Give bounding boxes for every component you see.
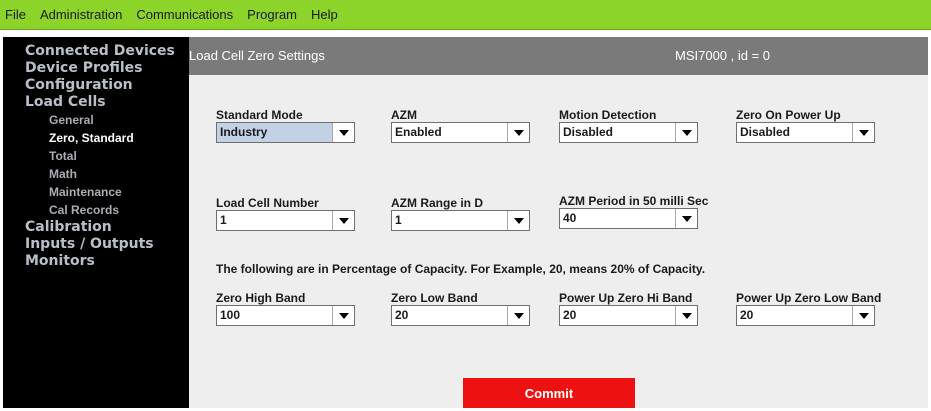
- zero-high-band-field: Zero High Band 100: [216, 291, 355, 326]
- sidebar-item-configuration[interactable]: Configuration: [3, 77, 189, 94]
- zero-on-power-up-label: Zero On Power Up: [736, 108, 841, 122]
- sidebar-tree: Connected Devices Device Profiles Config…: [3, 37, 189, 270]
- sidebar-item-general[interactable]: General: [3, 111, 189, 129]
- settings-panel: Load Cell Zero Settings MSI7000 , id = 0…: [189, 37, 928, 408]
- azm-period-field: AZM Period in 50 milli Sec 40: [559, 194, 708, 229]
- azm-range-value: 1: [395, 213, 402, 227]
- zero-high-band-label: Zero High Band: [216, 291, 306, 305]
- motion-detection-value: Disabled: [563, 125, 614, 139]
- dropdown-arrow-icon[interactable]: [332, 211, 354, 230]
- power-up-zero-low-band-label: Power Up Zero Low Band: [736, 291, 882, 305]
- sidebar-item-monitors[interactable]: Monitors: [3, 253, 189, 270]
- azm-period-value: 40: [563, 211, 577, 225]
- zero-on-power-up-value: Disabled: [740, 125, 791, 139]
- zero-high-band-value: 100: [220, 308, 241, 322]
- motion-detection-field: Motion Detection Disabled: [559, 108, 698, 143]
- sidebar-item-maintenance[interactable]: Maintenance: [3, 183, 189, 201]
- power-up-zero-hi-band-dropdown[interactable]: 20: [559, 305, 698, 326]
- commit-button[interactable]: Commit: [463, 378, 635, 408]
- menu-bar: File Administration Communications Progr…: [0, 0, 931, 30]
- device-id: MSI7000 , id = 0: [675, 48, 771, 63]
- sidebar-item-calibration[interactable]: Calibration: [3, 219, 189, 236]
- sidebar: Connected Devices Device Profiles Config…: [3, 37, 189, 408]
- standard-mode-dropdown[interactable]: Industry: [216, 122, 355, 143]
- dropdown-arrow-icon[interactable]: [332, 306, 354, 325]
- sidebar-item-zero-standard[interactable]: Zero, Standard: [3, 129, 189, 147]
- sidebar-item-cal-records[interactable]: Cal Records: [3, 201, 189, 219]
- panel-title: Load Cell Zero Settings: [189, 48, 325, 63]
- power-up-zero-low-band-dropdown[interactable]: 20: [736, 305, 875, 326]
- sidebar-item-load-cells[interactable]: Load Cells: [3, 94, 189, 111]
- power-up-zero-hi-band-label: Power Up Zero Hi Band: [559, 291, 693, 305]
- azm-period-dropdown[interactable]: 40: [559, 208, 698, 229]
- sidebar-item-total[interactable]: Total: [3, 147, 189, 165]
- dropdown-arrow-icon[interactable]: [675, 209, 697, 228]
- load-cell-number-field: Load Cell Number 1: [216, 196, 355, 231]
- azm-range-dropdown[interactable]: 1: [391, 210, 530, 231]
- zero-low-band-field: Zero Low Band 20: [391, 291, 530, 326]
- sidebar-item-connected-devices[interactable]: Connected Devices: [3, 43, 189, 60]
- zero-low-band-label: Zero Low Band: [391, 291, 478, 305]
- zero-low-band-value: 20: [395, 308, 409, 322]
- dropdown-arrow-icon[interactable]: [507, 306, 529, 325]
- dropdown-arrow-icon[interactable]: [852, 123, 874, 142]
- dropdown-arrow-icon[interactable]: [675, 306, 697, 325]
- dropdown-arrow-icon[interactable]: [332, 123, 354, 142]
- dropdown-arrow-icon[interactable]: [675, 123, 697, 142]
- standard-mode-label: Standard Mode: [216, 108, 303, 122]
- motion-detection-dropdown[interactable]: Disabled: [559, 122, 698, 143]
- dropdown-arrow-icon[interactable]: [852, 306, 874, 325]
- menu-communications[interactable]: Communications: [129, 7, 240, 22]
- azm-range-label: AZM Range in D: [391, 196, 483, 210]
- azm-period-label: AZM Period in 50 milli Sec: [559, 194, 709, 208]
- power-up-zero-low-band-value: 20: [740, 308, 754, 322]
- standard-mode-field: Standard Mode Industry: [216, 108, 355, 143]
- zero-low-band-dropdown[interactable]: 20: [391, 305, 530, 326]
- motion-detection-label: Motion Detection: [559, 108, 657, 122]
- dropdown-arrow-icon[interactable]: [507, 123, 529, 142]
- sidebar-item-math[interactable]: Math: [3, 165, 189, 183]
- power-up-zero-hi-band-value: 20: [563, 308, 577, 322]
- load-cell-number-dropdown[interactable]: 1: [216, 210, 355, 231]
- panel-header: Load Cell Zero Settings MSI7000 , id = 0: [189, 37, 928, 75]
- azm-value: Enabled: [395, 125, 442, 139]
- capacity-info-text: The following are in Percentage of Capac…: [216, 262, 706, 276]
- azm-field: AZM Enabled: [391, 108, 530, 143]
- menu-program[interactable]: Program: [240, 7, 304, 22]
- zero-on-power-up-field: Zero On Power Up Disabled: [736, 108, 875, 143]
- sidebar-item-device-profiles[interactable]: Device Profiles: [3, 60, 189, 77]
- load-cell-number-value: 1: [220, 213, 227, 227]
- menu-help[interactable]: Help: [304, 7, 345, 22]
- menu-administration[interactable]: Administration: [33, 7, 129, 22]
- sidebar-item-inputs-outputs[interactable]: Inputs / Outputs: [3, 236, 189, 253]
- power-up-zero-hi-band-field: Power Up Zero Hi Band 20: [559, 291, 698, 326]
- zero-on-power-up-dropdown[interactable]: Disabled: [736, 122, 875, 143]
- load-cell-number-label: Load Cell Number: [216, 196, 319, 210]
- dropdown-arrow-icon[interactable]: [507, 211, 529, 230]
- power-up-zero-low-band-field: Power Up Zero Low Band 20: [736, 291, 881, 326]
- azm-dropdown[interactable]: Enabled: [391, 122, 530, 143]
- standard-mode-value: Industry: [217, 123, 332, 142]
- zero-high-band-dropdown[interactable]: 100: [216, 305, 355, 326]
- azm-range-field: AZM Range in D 1: [391, 196, 530, 231]
- menu-file[interactable]: File: [0, 7, 33, 22]
- azm-label: AZM: [391, 108, 417, 122]
